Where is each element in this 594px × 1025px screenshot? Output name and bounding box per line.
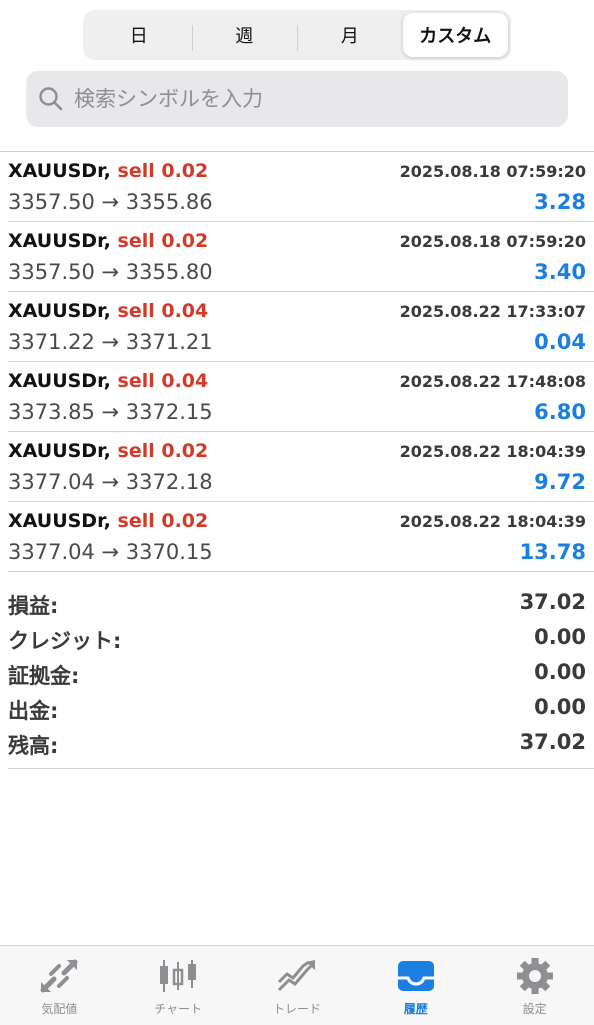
tab-label: 履歴 <box>403 1002 428 1016</box>
search-icon <box>39 87 63 111</box>
summary-label: 証拠金: <box>8 664 80 688</box>
trade-row[interactable]: XAUUSDr, sell 0.02 2025.08.18 07:59:20 3… <box>8 222 594 292</box>
tab-label: 気配値 <box>41 1002 78 1016</box>
tab-history[interactable]: 履歴 <box>356 946 475 1025</box>
trade-time: 2025.08.18 07:59:20 <box>399 232 586 251</box>
quotes-icon <box>40 959 78 993</box>
trade-prices: 3373.85 → 3372.15 <box>8 400 213 424</box>
summary-row-credit: クレジット: 0.00 <box>8 621 594 656</box>
summary-value: 0.00 <box>534 660 586 684</box>
period-tab-week[interactable]: 週 <box>191 13 298 57</box>
trade-symbol: XAUUSDr, <box>8 510 111 532</box>
search-bar[interactable] <box>26 71 568 127</box>
account-summary: 損益: 37.02 クレジット: 0.00 証拠金: 0.00 出金: 0.00… <box>8 586 594 769</box>
period-tab-day[interactable]: 日 <box>86 13 192 57</box>
tab-label: 設定 <box>522 1002 547 1016</box>
trade-time: 2025.08.22 18:04:39 <box>399 512 586 531</box>
trade-prices: 3357.50 → 3355.86 <box>8 190 213 214</box>
tab-chart[interactable]: チャート <box>119 946 238 1025</box>
trade-profit: 13.78 <box>519 540 586 564</box>
search-input[interactable] <box>72 86 546 112</box>
trade-prices: 3371.22 → 3371.21 <box>8 330 213 354</box>
trade-row[interactable]: XAUUSDr, sell 0.04 2025.08.22 17:48:08 3… <box>8 362 594 432</box>
trade-time: 2025.08.22 18:04:39 <box>399 442 586 461</box>
tab-quotes[interactable]: 気配値 <box>0 946 119 1025</box>
summary-row-balance: 残高: 37.02 <box>8 726 594 761</box>
trade-time: 2025.08.18 07:59:20 <box>399 162 586 181</box>
trade-prices: 3377.04 → 3372.18 <box>8 470 213 494</box>
trade-side: sell 0.04 <box>117 300 209 322</box>
tab-label: トレード <box>272 1002 321 1016</box>
period-segmented-control: 日 週 月 カスタム <box>83 10 511 60</box>
trade-side: sell 0.02 <box>117 160 209 182</box>
summary-row-margin: 証拠金: 0.00 <box>8 656 594 691</box>
bottom-tab-bar: 気配値 チャート トレード 履歴 設定 <box>0 945 594 1025</box>
trade-side: sell 0.02 <box>117 230 209 252</box>
trade-prices: 3357.50 → 3355.80 <box>8 260 213 284</box>
candlestick-chart-icon <box>160 960 197 992</box>
summary-value: 37.02 <box>519 590 586 614</box>
trade-side: sell 0.02 <box>117 510 209 532</box>
trade-symbol: XAUUSDr, <box>8 440 111 462</box>
summary-value: 0.00 <box>534 695 586 719</box>
history-inbox-icon <box>397 961 434 991</box>
trade-history-list: XAUUSDr, sell 0.02 2025.08.18 07:59:20 3… <box>8 152 594 572</box>
trade-side: sell 0.04 <box>117 370 209 392</box>
trade-row[interactable]: XAUUSDr, sell 0.02 2025.08.22 18:04:39 3… <box>8 432 594 502</box>
summary-label: 残高: <box>8 734 59 758</box>
trade-chart-icon <box>277 960 315 992</box>
summary-value: 37.02 <box>519 730 586 754</box>
period-tab-month[interactable]: 月 <box>297 13 403 57</box>
trade-row[interactable]: XAUUSDr, sell 0.02 2025.08.22 18:04:39 3… <box>8 502 594 572</box>
trade-profit: 3.28 <box>534 190 586 214</box>
trade-profit: 0.04 <box>534 330 586 354</box>
gear-icon <box>516 958 553 994</box>
trade-row[interactable]: XAUUSDr, sell 0.02 2025.08.18 07:59:20 3… <box>8 152 594 222</box>
trade-symbol: XAUUSDr, <box>8 160 111 182</box>
summary-label: 出金: <box>8 699 59 723</box>
tab-settings[interactable]: 設定 <box>475 946 594 1025</box>
trade-profit: 3.40 <box>534 260 586 284</box>
period-tab-custom[interactable]: カスタム <box>402 13 508 57</box>
trade-side: sell 0.02 <box>117 440 209 462</box>
trade-symbol: XAUUSDr, <box>8 370 111 392</box>
trade-symbol: XAUUSDr, <box>8 300 111 322</box>
summary-label: クレジット: <box>8 629 122 653</box>
trade-row[interactable]: XAUUSDr, sell 0.04 2025.08.22 17:33:07 3… <box>8 292 594 362</box>
summary-label: 損益: <box>8 594 59 618</box>
trade-time: 2025.08.22 17:48:08 <box>399 372 586 391</box>
summary-value: 0.00 <box>534 625 586 649</box>
trade-time: 2025.08.22 17:33:07 <box>399 302 586 321</box>
summary-row-profit: 損益: 37.02 <box>8 586 594 621</box>
tab-trade[interactable]: トレード <box>238 946 357 1025</box>
trade-prices: 3377.04 → 3370.15 <box>8 540 213 564</box>
trade-profit: 9.72 <box>534 470 586 494</box>
trade-profit: 6.80 <box>534 400 586 424</box>
trade-symbol: XAUUSDr, <box>8 230 111 252</box>
tab-label: チャート <box>154 1002 203 1016</box>
summary-row-withdrawal: 出金: 0.00 <box>8 691 594 726</box>
